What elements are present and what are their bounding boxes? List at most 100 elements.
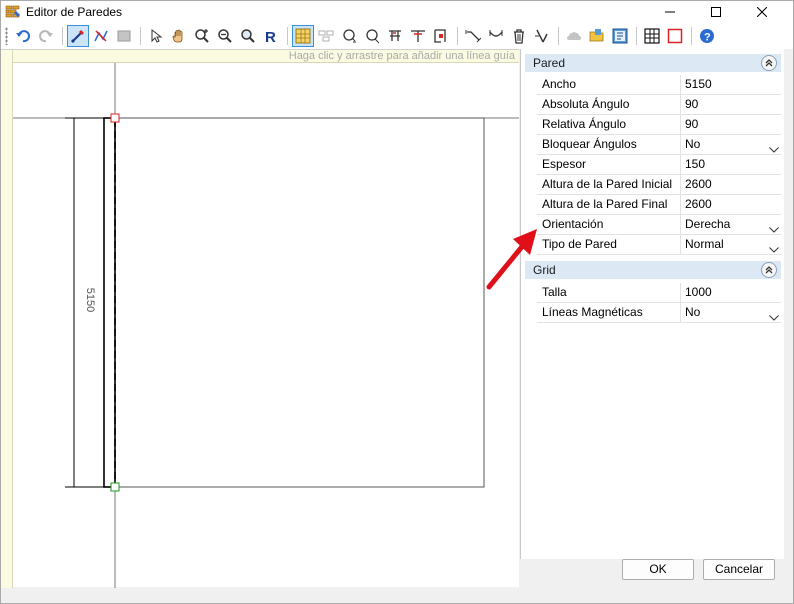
selected-wall[interactable] — [103, 117, 116, 488]
property-value[interactable]: 2600 — [681, 195, 781, 214]
draw-wall-icon — [70, 28, 86, 44]
undo-button[interactable] — [12, 25, 34, 47]
ok-button[interactable]: OK — [622, 559, 694, 580]
close-icon — [757, 7, 767, 17]
wall-length-label: 5150 — [84, 288, 96, 312]
property-dropdown[interactable]: Normal — [681, 235, 781, 254]
section-header-pared[interactable]: Pared — [525, 54, 781, 72]
property-value[interactable]: 90 — [681, 95, 781, 114]
pan-hand-icon — [171, 28, 187, 44]
join-wall-button[interactable] — [407, 25, 429, 47]
grid-options-button[interactable] — [315, 25, 337, 47]
annotation-arrow — [486, 229, 537, 290]
property-row-altura-final[interactable]: Altura de la Pared Final 2600 — [537, 195, 781, 215]
wall-start-handle[interactable] — [110, 113, 120, 123]
collapse-icon[interactable] — [761, 55, 777, 71]
room-outline[interactable] — [115, 117, 485, 488]
open-folder-button[interactable] — [586, 25, 608, 47]
remove-node-button[interactable] — [361, 25, 383, 47]
svg-text:?: ? — [704, 32, 711, 44]
drawing-canvas[interactable]: Haga clic y arrastre para añadir una lín… — [1, 49, 519, 588]
property-row-ancho[interactable]: Ancho 5150 — [537, 75, 781, 95]
snap-grid-icon — [295, 28, 311, 44]
draw-wall-button[interactable] — [67, 25, 89, 47]
property-label: Relativa Ángulo — [537, 115, 681, 134]
redo-button[interactable] — [35, 25, 57, 47]
zoom-button[interactable] — [237, 25, 259, 47]
add-node-button[interactable] — [338, 25, 360, 47]
mirror-button[interactable] — [531, 25, 553, 47]
section-header-grid[interactable]: Grid — [525, 261, 781, 279]
minimize-icon — [665, 7, 675, 17]
zoom-out-button[interactable] — [214, 25, 236, 47]
wall-corner-button[interactable] — [430, 25, 452, 47]
property-label: Ancho — [537, 75, 681, 94]
svg-text:R: R — [265, 29, 276, 44]
toolbar: R ? — [1, 23, 793, 49]
toolbar-separator — [558, 27, 559, 45]
delete-button[interactable] — [508, 25, 530, 47]
property-row-espesor[interactable]: Espesor 150 — [537, 155, 781, 175]
save-layout-button[interactable] — [609, 25, 631, 47]
pointer-button[interactable] — [145, 25, 167, 47]
property-row-orientacion[interactable]: Orientación Derecha — [537, 215, 781, 235]
pointer-icon — [148, 28, 164, 44]
property-value[interactable]: 2600 — [681, 175, 781, 194]
property-row-absoluta-angulo[interactable]: Absoluta Ángulo 90 — [537, 95, 781, 115]
property-value[interactable]: 1000 — [681, 283, 781, 302]
property-dropdown[interactable]: Derecha — [681, 215, 781, 234]
dimension-icon — [465, 28, 481, 44]
toolbar-separator — [62, 27, 63, 45]
property-row-bloquear-angulos[interactable]: Bloquear Ángulos No — [537, 135, 781, 155]
arc-wall-button[interactable] — [485, 25, 507, 47]
minimize-button[interactable] — [647, 1, 693, 23]
property-row-relativa-angulo[interactable]: Relativa Ángulo 90 — [537, 115, 781, 135]
property-label: Espesor — [537, 155, 681, 174]
draw-polyline-button[interactable] — [90, 25, 112, 47]
chevron-down-icon[interactable] — [769, 240, 779, 259]
arc-wall-icon — [488, 28, 504, 44]
remove-node-icon — [364, 28, 380, 44]
maximize-button[interactable] — [693, 1, 739, 23]
toolbar-grip[interactable] — [5, 27, 8, 45]
undo-icon — [15, 28, 31, 44]
property-row-talla[interactable]: Talla 1000 — [537, 283, 781, 303]
property-value[interactable]: 150 — [681, 155, 781, 174]
floor-plan-drawing[interactable]: 5150 — [1, 50, 519, 588]
wall-end-handle[interactable] — [110, 482, 120, 492]
property-value[interactable]: 5150 — [681, 75, 781, 94]
chevron-down-icon[interactable] — [769, 308, 779, 327]
property-dropdown[interactable]: No — [681, 303, 781, 322]
property-label: Absoluta Ángulo — [537, 95, 681, 114]
zoom-in-button[interactable] — [191, 25, 213, 47]
property-row-tipo-de-pared[interactable]: Tipo de Pared Normal — [537, 235, 781, 255]
wall-corner-icon — [433, 28, 449, 44]
dimension-button[interactable] — [462, 25, 484, 47]
collapse-icon[interactable] — [761, 262, 777, 278]
cancel-button[interactable]: Cancelar — [703, 559, 775, 580]
fill-icon — [116, 28, 132, 44]
grid-options-icon — [318, 28, 334, 44]
fill-button[interactable] — [113, 25, 135, 47]
property-value[interactable]: 90 — [681, 115, 781, 134]
dropdown-value: No — [685, 305, 701, 319]
property-dropdown[interactable]: No — [681, 135, 781, 154]
property-row-lineas-magneticas[interactable]: Líneas Magnéticas No — [537, 303, 781, 323]
cloud-icon — [566, 28, 582, 44]
open-folder-icon — [589, 28, 605, 44]
toolbar-separator — [140, 27, 141, 45]
add-node-icon — [341, 28, 357, 44]
property-row-altura-inicial[interactable]: Altura de la Pared Inicial 2600 — [537, 175, 781, 195]
rectangle-button[interactable] — [664, 25, 686, 47]
close-button[interactable] — [739, 1, 785, 23]
window-title: Editor de Paredes — [26, 5, 123, 19]
zoom-icon — [240, 28, 256, 44]
help-button[interactable]: ? — [696, 25, 718, 47]
show-grid-button[interactable] — [641, 25, 663, 47]
pan-hand-button[interactable] — [168, 25, 190, 47]
split-wall-button[interactable] — [384, 25, 406, 47]
cloud-button[interactable] — [563, 25, 585, 47]
snap-grid-button[interactable] — [292, 25, 314, 47]
split-wall-icon — [387, 28, 403, 44]
redraw-button[interactable]: R — [260, 25, 282, 47]
